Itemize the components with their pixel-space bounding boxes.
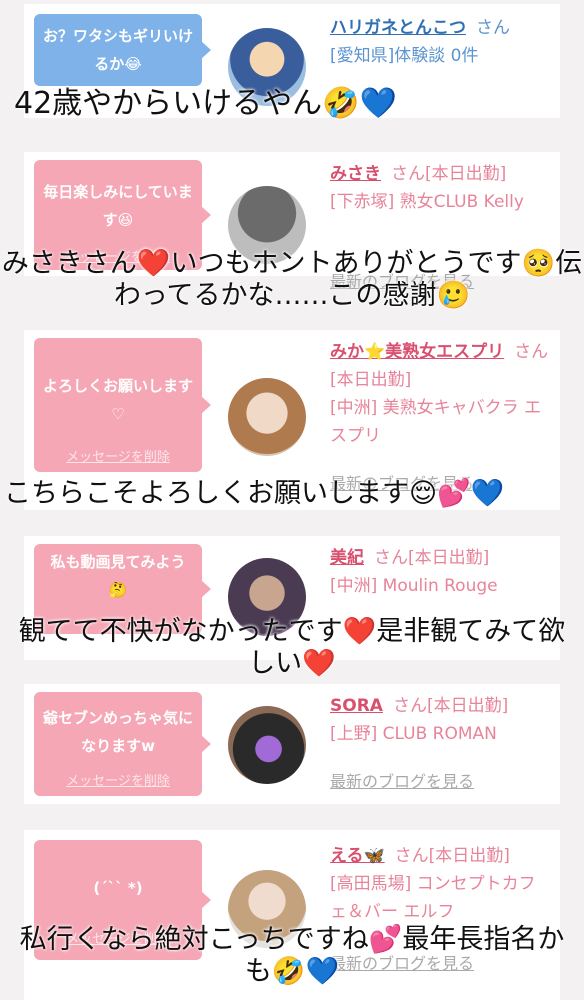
message-card-5: 爺セブンめっちゃ気になりますw メッセージを削除 SORA さん[本日出勤] [上… xyxy=(24,684,560,804)
shop-link[interactable]: [上野] CLUB ROMAN xyxy=(330,720,552,748)
avatar[interactable] xyxy=(228,378,306,456)
message-text: よろしくお願いします♡ xyxy=(42,377,193,423)
overlay-caption-1: 42歳やからいけるやん🤣💙 xyxy=(14,86,397,121)
delete-message-link[interactable]: メッセージを削除 xyxy=(34,444,202,472)
honorific: さん xyxy=(374,548,408,568)
honorific: さん xyxy=(392,696,427,716)
message-bubble: お？ワタシもギリいけるか😂 xyxy=(34,14,211,86)
shop-link[interactable]: [高田馬場] コンセプトカフェ＆バー エルフ xyxy=(330,870,552,926)
overlay-caption-2: みさきさん❤️いつもホントありがとうです🥺伝わってるかな……この感謝🥲 xyxy=(1,248,583,311)
user-name-link[interactable]: える🦋 xyxy=(330,846,385,866)
blog-link[interactable]: 最新のブログを見る xyxy=(330,768,474,792)
message-text: 毎日楽しみにしています😆 xyxy=(43,183,193,229)
honorific: さん xyxy=(476,18,510,38)
user-name-link[interactable]: SORA xyxy=(330,696,383,716)
message-text: (´`` *) xyxy=(93,879,143,897)
user-area[interactable]: [愛知県]体験談 0件 xyxy=(330,42,552,70)
overlay-caption-4: 観てて不快がなかったです❤️是非観てみて欲しい❤️ xyxy=(18,616,566,679)
message-text: お？ワタシもギリいけるか😂 xyxy=(42,27,193,73)
user-name-link[interactable]: みさき xyxy=(330,164,381,184)
overlay-caption-5: 私行くなら絶対こっちですね💕最年長指名かも🤣💙 xyxy=(19,924,565,987)
message-text: 私も動画見てみよう🤔 xyxy=(50,553,186,599)
shop-link[interactable]: [中洲] Moulin Rouge xyxy=(330,572,552,600)
user-name-link[interactable]: みか⭐美熟女エスプリ xyxy=(330,342,504,362)
status-badge: [本日出勤] xyxy=(425,164,507,184)
honorific: さん xyxy=(391,164,425,184)
honorific: さん xyxy=(394,846,429,866)
message-bubble: よろしくお願いします♡ メッセージを削除 xyxy=(34,338,211,472)
user-name-link[interactable]: 美紀 xyxy=(330,548,364,568)
overlay-caption-3: こちらこそよろしくお願いします😌💕💙 xyxy=(4,478,505,509)
delete-message-link[interactable]: メッセージを削除 xyxy=(34,768,202,796)
user-name-link[interactable]: ハリガネとんこつ xyxy=(330,18,466,38)
status-badge: [本日出勤] xyxy=(408,548,490,568)
status-badge: [本日出勤] xyxy=(428,846,510,866)
message-bubble: 爺セブンめっちゃ気になりますw メッセージを削除 xyxy=(34,692,211,796)
shop-link[interactable]: [中洲] 美熟女キャバクラ エスプリ xyxy=(330,394,552,450)
status-badge: [本日出勤] xyxy=(426,696,509,716)
avatar[interactable] xyxy=(228,706,306,784)
shop-link[interactable]: [下赤塚] 熟女CLUB Kelly xyxy=(330,188,552,216)
message-text: 爺セブンめっちゃ気になりますw xyxy=(42,709,193,755)
honorific: さん xyxy=(514,342,549,362)
status-badge: [本日出勤] xyxy=(330,370,412,390)
